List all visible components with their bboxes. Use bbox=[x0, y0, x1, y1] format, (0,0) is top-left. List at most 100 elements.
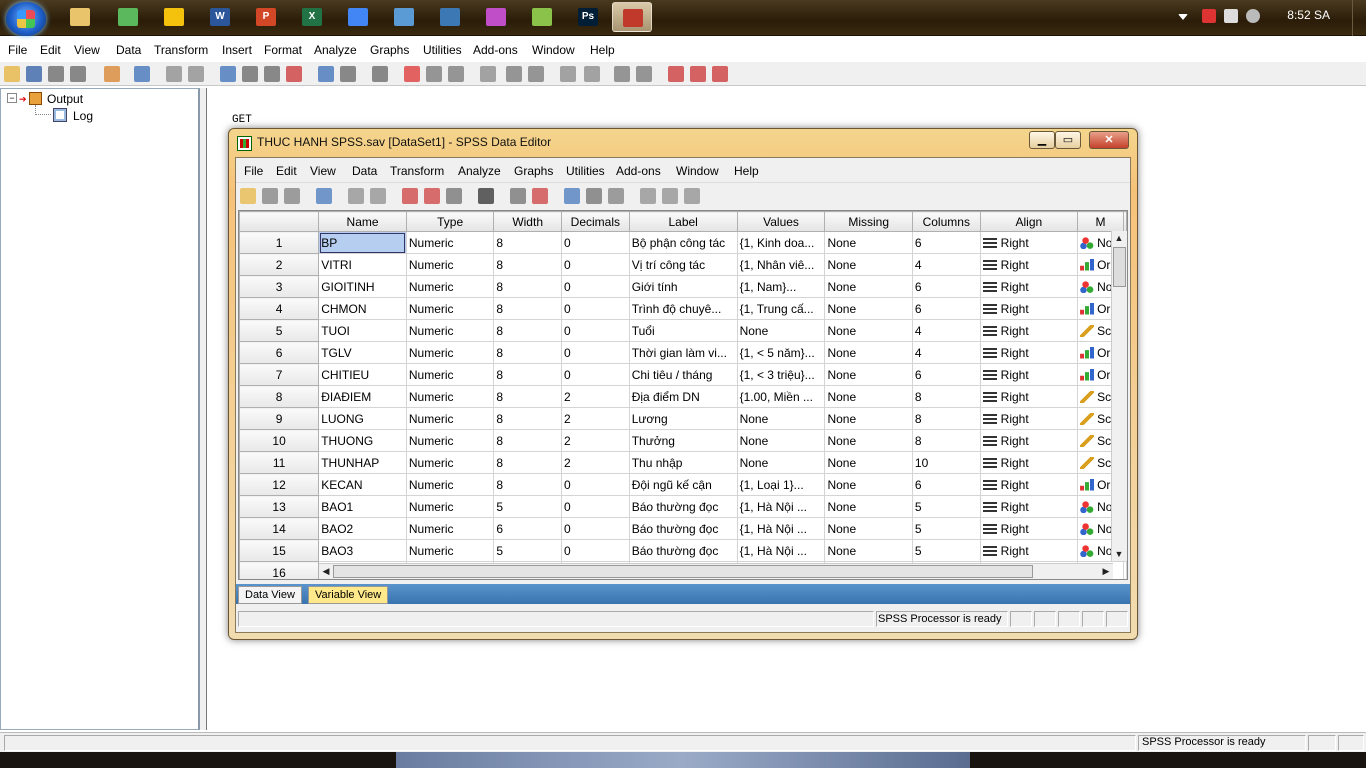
cell-missing[interactable]: None bbox=[824, 451, 913, 474]
use-sets-icon[interactable] bbox=[662, 188, 678, 204]
redo-icon[interactable] bbox=[188, 66, 204, 82]
menu-edit[interactable]: Edit bbox=[40, 43, 61, 57]
cell-name[interactable]: THUNHAP bbox=[318, 451, 407, 474]
cell-type[interactable]: Numeric bbox=[405, 495, 495, 518]
insert-cases-icon[interactable] bbox=[510, 188, 526, 204]
menu-data[interactable]: Data bbox=[116, 43, 141, 57]
editor-menu-file[interactable]: File bbox=[244, 164, 263, 178]
cell-missing[interactable]: None bbox=[824, 363, 913, 386]
column-header-label[interactable]: Label bbox=[628, 211, 738, 232]
cell-missing[interactable]: None bbox=[824, 341, 913, 364]
cell-values[interactable]: {1, < 3 triệu}... bbox=[736, 363, 826, 386]
menu-addons[interactable]: Add-ons bbox=[473, 43, 518, 57]
minimize-button[interactable]: ▁ bbox=[1029, 131, 1055, 149]
table-row[interactable]: 10 THUONG Numeric 8 2 Thưởng None None 8 Right Sc bbox=[239, 429, 1127, 452]
cell-values[interactable]: {1, Nam}... bbox=[736, 275, 826, 298]
taskbar-button[interactable] bbox=[60, 2, 100, 32]
row-number[interactable]: 1 bbox=[239, 231, 320, 254]
menu-window[interactable]: Window bbox=[532, 43, 575, 57]
vertical-scrollbar[interactable]: ▲ ▼ bbox=[1111, 231, 1127, 561]
cell-dec[interactable]: 0 bbox=[560, 297, 630, 320]
cell-cols[interactable]: 4 bbox=[911, 341, 981, 364]
cell-width[interactable]: 8 bbox=[493, 407, 562, 430]
tab-variable-view[interactable]: Variable View bbox=[308, 586, 389, 604]
cell-missing[interactable]: None bbox=[824, 253, 913, 276]
maximize-button[interactable]: ▭ bbox=[1055, 131, 1081, 149]
menu-graphs[interactable]: Graphs bbox=[370, 43, 409, 57]
cell-type[interactable]: Numeric bbox=[405, 407, 495, 430]
cell-values[interactable]: {1, Kinh doa... bbox=[736, 231, 826, 254]
collapse-icon[interactable] bbox=[584, 66, 600, 82]
cell-cols[interactable]: 6 bbox=[911, 473, 981, 496]
cell-missing[interactable]: None bbox=[824, 297, 913, 320]
horizontal-scrollbar[interactable]: ◀ ▶ bbox=[319, 563, 1113, 579]
cell-missing[interactable]: None bbox=[824, 517, 913, 540]
show-desktop-button[interactable] bbox=[1352, 0, 1366, 36]
menu-utilities[interactable]: Utilities bbox=[423, 43, 462, 57]
cell-name[interactable]: BAO3 bbox=[318, 539, 407, 562]
table-row[interactable]: 1 BP Numeric 8 0 Bộ phận công tác {1, Kinh doa… bbox=[239, 231, 1127, 254]
cell-name[interactable]: GIOITINH bbox=[318, 275, 407, 298]
cell-align[interactable]: Right bbox=[979, 363, 1079, 386]
cell-cols[interactable]: 10 bbox=[911, 451, 981, 474]
menu-insert[interactable]: Insert bbox=[222, 43, 252, 57]
cell-missing[interactable]: None bbox=[824, 429, 913, 452]
column-header-values[interactable]: Values bbox=[736, 211, 826, 232]
cell-label[interactable]: Tuổi bbox=[628, 319, 738, 342]
cell-align[interactable]: Right bbox=[979, 517, 1079, 540]
cell-name[interactable]: CHITIEU bbox=[318, 363, 407, 386]
taskbar-button[interactable] bbox=[154, 2, 194, 32]
forward-icon[interactable] bbox=[528, 66, 544, 82]
row-number[interactable]: 4 bbox=[239, 297, 320, 320]
cell-values[interactable]: {1, Nhân viê... bbox=[736, 253, 826, 276]
cell-dec[interactable]: 0 bbox=[560, 517, 630, 540]
cell-align[interactable]: Right bbox=[979, 473, 1079, 496]
cell-name[interactable]: TUOI bbox=[318, 319, 407, 342]
cell-values[interactable]: {1, Loại 1}... bbox=[736, 473, 826, 496]
cell-name[interactable]: VITRI bbox=[318, 253, 407, 276]
menu-help[interactable]: Help bbox=[590, 43, 615, 57]
insert-icon[interactable] bbox=[480, 66, 496, 82]
cell-align[interactable]: Right bbox=[979, 231, 1079, 254]
find-icon[interactable] bbox=[478, 188, 494, 204]
cell-label[interactable]: Báo thường đọc bbox=[628, 517, 738, 540]
cell-name[interactable]: THUONG bbox=[318, 429, 407, 452]
insert-text-icon[interactable] bbox=[712, 66, 728, 82]
cell-dec[interactable]: 0 bbox=[560, 253, 630, 276]
cell-values[interactable]: {1, Hà Nội ... bbox=[736, 539, 826, 562]
scroll-down-icon[interactable]: ▼ bbox=[1112, 547, 1126, 561]
cell-dec[interactable]: 0 bbox=[560, 473, 630, 496]
open-icon[interactable] bbox=[4, 66, 20, 82]
cell-width[interactable]: 5 bbox=[493, 539, 562, 562]
outline-log-node[interactable]: Log bbox=[73, 109, 93, 123]
tray-device-icon[interactable] bbox=[1224, 9, 1238, 23]
menu-analyze[interactable]: Analyze bbox=[314, 43, 357, 57]
cell-cols[interactable]: 8 bbox=[911, 385, 981, 408]
cell-width[interactable]: 8 bbox=[493, 275, 562, 298]
cell-cols[interactable]: 6 bbox=[911, 297, 981, 320]
show-icon[interactable] bbox=[614, 66, 630, 82]
cell-label[interactable]: Địa điểm DN bbox=[628, 385, 738, 408]
cell-values[interactable]: None bbox=[736, 429, 826, 452]
split-file-icon[interactable] bbox=[372, 66, 388, 82]
cell-dec[interactable]: 2 bbox=[560, 451, 630, 474]
editor-menu-utilities[interactable]: Utilities bbox=[566, 164, 605, 178]
cell-cols[interactable]: 4 bbox=[911, 319, 981, 342]
cell-dec[interactable]: 0 bbox=[560, 341, 630, 364]
menu-view[interactable]: View bbox=[74, 43, 100, 57]
print-preview-icon[interactable] bbox=[70, 66, 86, 82]
row-number[interactable]: 3 bbox=[239, 275, 320, 298]
menu-transform[interactable]: Transform bbox=[154, 43, 208, 57]
goto-case-icon[interactable] bbox=[220, 66, 236, 82]
cell-missing[interactable]: None bbox=[824, 385, 913, 408]
taskbar-button[interactable] bbox=[430, 2, 470, 32]
collapse-toggle-icon[interactable]: − bbox=[7, 93, 17, 103]
hscroll-thumb[interactable] bbox=[333, 565, 1033, 578]
cell-dec[interactable]: 0 bbox=[560, 231, 630, 254]
cell-cols[interactable]: 5 bbox=[911, 495, 981, 518]
dialog-recall-icon[interactable] bbox=[316, 188, 332, 204]
scroll-left-icon[interactable]: ◀ bbox=[319, 564, 333, 578]
cell-dec[interactable]: 0 bbox=[560, 363, 630, 386]
column-header-name[interactable]: Name bbox=[318, 211, 407, 232]
taskbar-button[interactable] bbox=[384, 2, 424, 32]
